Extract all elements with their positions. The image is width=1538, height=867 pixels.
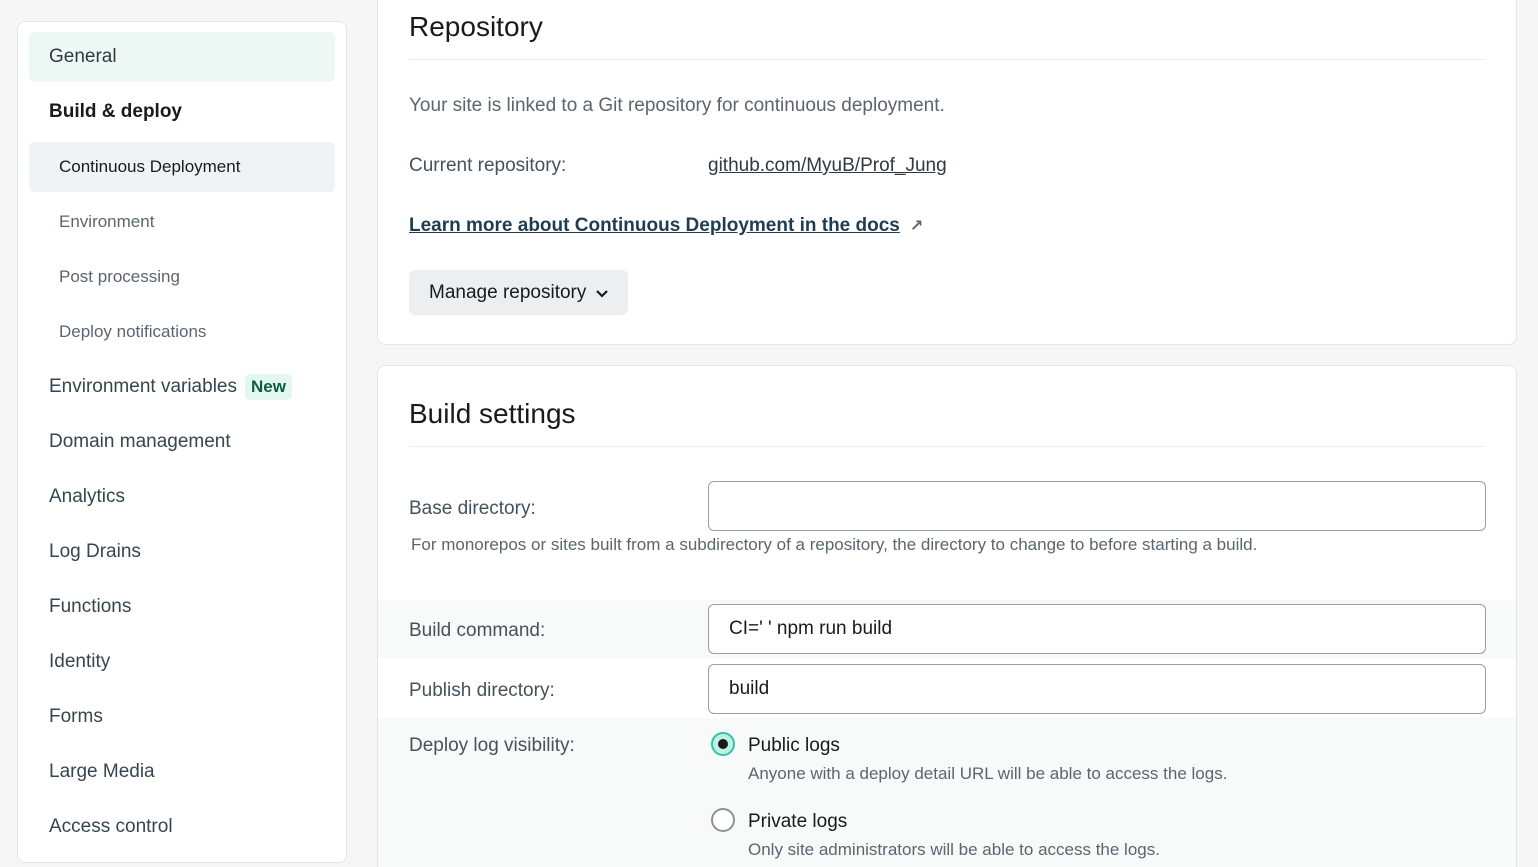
- sidebar-item-label: Functions: [49, 596, 132, 617]
- private-logs-help: Only site administrators will be able to…: [748, 840, 1160, 859]
- sidebar-item-access-control[interactable]: Access control: [29, 802, 335, 852]
- private-logs-label[interactable]: Private logs: [748, 811, 847, 833]
- current-repository-label: Current repository:: [409, 155, 567, 176]
- sidebar-item-label: Identity: [49, 651, 111, 672]
- sidebar-item-post-processing[interactable]: Post processing: [29, 252, 335, 302]
- current-repository-link[interactable]: github.com/MyuB/Prof_Jung: [708, 155, 947, 177]
- build-settings-title: Build settings: [409, 398, 576, 429]
- chevron-down-icon: [596, 285, 609, 301]
- sidebar-item-label: Environment variables: [49, 376, 237, 397]
- private-logs-radio[interactable]: [711, 808, 735, 832]
- sidebar-item-label: Log Drains: [49, 541, 141, 562]
- new-badge: New: [244, 374, 292, 400]
- sidebar-item-label: Deploy notifications: [59, 322, 207, 341]
- sidebar-item-deploy-notifications[interactable]: Deploy notifications: [29, 307, 335, 357]
- external-link-icon: ↗: [909, 218, 924, 235]
- sidebar-item-label: Post processing: [59, 267, 180, 286]
- public-logs-radio[interactable]: [711, 732, 735, 756]
- deploy-log-visibility-label: Deploy log visibility:: [409, 735, 575, 756]
- sidebar-item-identity[interactable]: Identity: [29, 637, 335, 687]
- sidebar-item-forms[interactable]: Forms: [29, 692, 335, 742]
- build-command-input[interactable]: [708, 604, 1486, 654]
- sidebar-item-label: Large Media: [49, 761, 155, 782]
- base-directory-input[interactable]: [708, 481, 1486, 531]
- sidebar-item-environment[interactable]: Environment: [29, 197, 335, 247]
- title-divider: [409, 446, 1485, 447]
- docs-link[interactable]: Learn more about Continuous Deployment i…: [409, 215, 923, 237]
- settings-sidebar: General Build & deploy Continuous Deploy…: [17, 21, 347, 863]
- sidebar-item-continuous-deployment[interactable]: Continuous Deployment: [29, 142, 335, 192]
- build-settings-card: Build settings Base directory: For monor…: [377, 365, 1517, 867]
- sidebar-item-analytics[interactable]: Analytics: [29, 472, 335, 522]
- public-logs-help: Anyone with a deploy detail URL will be …: [748, 764, 1228, 783]
- sidebar-item-functions[interactable]: Functions: [29, 582, 335, 632]
- sidebar-item-build-deploy[interactable]: Build & deploy: [29, 87, 335, 137]
- sidebar-item-label: Environment: [59, 212, 155, 231]
- public-logs-label[interactable]: Public logs: [748, 735, 840, 757]
- sidebar-item-environment-variables[interactable]: Environment variables New: [29, 362, 335, 412]
- repository-description: Your site is linked to a Git repository …: [409, 95, 945, 116]
- manage-repository-button[interactable]: Manage repository: [409, 270, 629, 315]
- title-divider: [409, 59, 1485, 60]
- base-directory-help: For monorepos or sites built from a subd…: [411, 535, 1258, 554]
- sidebar-item-log-drains[interactable]: Log Drains: [29, 527, 335, 577]
- sidebar-item-label: Continuous Deployment: [59, 157, 241, 176]
- sidebar-item-label: Analytics: [49, 486, 126, 507]
- sidebar-item-label: General: [49, 46, 117, 67]
- publish-directory-label: Publish directory:: [409, 680, 555, 701]
- docs-link-text: Learn more about Continuous Deployment i…: [409, 215, 900, 236]
- sidebar-item-label: Forms: [49, 706, 103, 727]
- repository-card: Repository Your site is linked to a Git …: [377, 0, 1517, 345]
- sidebar-item-large-media[interactable]: Large Media: [29, 747, 335, 797]
- sidebar-item-label: Build & deploy: [49, 101, 182, 122]
- sidebar-item-label: Access control: [49, 816, 173, 837]
- build-command-label: Build command:: [409, 620, 546, 641]
- repository-title: Repository: [409, 11, 543, 42]
- base-directory-label: Base directory:: [409, 498, 536, 519]
- manage-repository-label: Manage repository: [429, 281, 587, 303]
- sidebar-item-general[interactable]: General: [29, 32, 335, 82]
- sidebar-item-label: Domain management: [49, 431, 231, 452]
- sidebar-item-domain-management[interactable]: Domain management: [29, 417, 335, 467]
- publish-directory-input[interactable]: [708, 664, 1486, 714]
